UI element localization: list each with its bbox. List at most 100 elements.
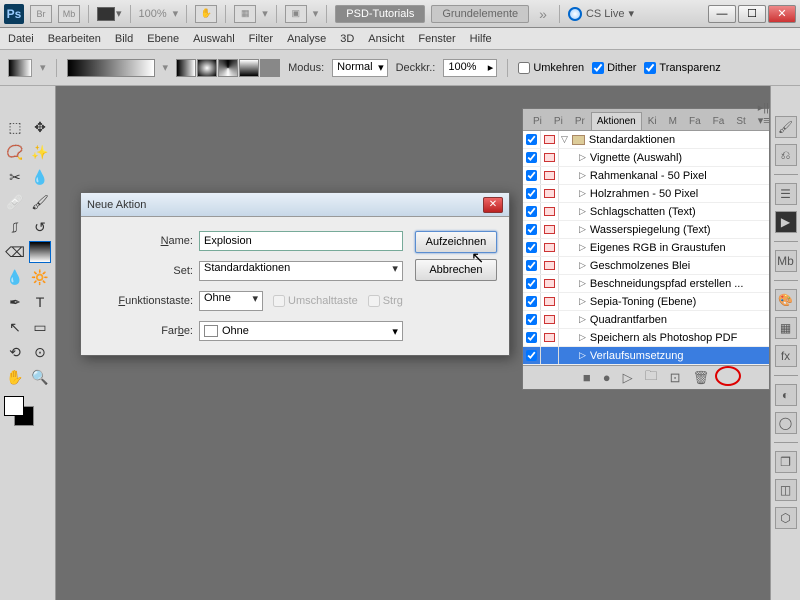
action-item[interactable]: ▷Speichern als Photoshop PDF (559, 329, 769, 346)
action-item[interactable]: ▷Holzrahmen - 50 Pixel (559, 185, 769, 202)
row-checkbox[interactable] (526, 134, 537, 145)
panel-tab[interactable]: Fa (707, 112, 731, 130)
menu-filter[interactable]: Filter (249, 33, 273, 45)
move-tool[interactable]: ✥ (29, 116, 51, 138)
dock-swatch-icon[interactable]: ▦ (775, 317, 797, 339)
minimize-button[interactable]: — (708, 5, 736, 23)
panel-tab[interactable]: Ki (642, 112, 663, 130)
row-checkbox[interactable] (526, 278, 537, 289)
row-checkbox[interactable] (526, 224, 537, 235)
3d-tool[interactable]: ⟲ (4, 341, 26, 363)
func-select[interactable]: Ohne (199, 291, 263, 311)
row-checkbox[interactable] (526, 296, 537, 307)
close-button[interactable]: ✕ (768, 5, 796, 23)
row-checkbox[interactable] (526, 152, 537, 163)
menu-datei[interactable]: Datei (8, 33, 34, 45)
row-dialog-toggle[interactable] (541, 167, 559, 184)
action-item[interactable]: ▷Eigenes RGB in Graustufen (559, 239, 769, 256)
dock-adjust-icon[interactable]: ◐ (775, 384, 797, 406)
action-item[interactable]: ▷Sepia-Toning (Ebene) (559, 293, 769, 310)
modus-select[interactable]: Normal▾ (332, 59, 387, 77)
row-dialog-toggle[interactable] (541, 203, 559, 220)
menu-ansicht[interactable]: Ansicht (368, 33, 404, 45)
row-checkbox[interactable] (526, 260, 537, 271)
transparenz-checkbox[interactable]: Transparenz (644, 62, 720, 74)
record-button[interactable]: Aufzeichnen (415, 231, 497, 253)
panel-tab[interactable]: M (663, 112, 683, 130)
row-dialog-toggle[interactable] (541, 293, 559, 310)
dock-actions-icon[interactable]: ▶ (775, 211, 797, 233)
dialog-close-button[interactable]: ✕ (483, 197, 503, 213)
play-button[interactable]: ▷ (623, 370, 633, 386)
brush-tool[interactable]: 🖌 (29, 191, 51, 213)
panel-tab[interactable]: Pi (527, 112, 548, 130)
dock-mask-icon[interactable]: ◯ (775, 412, 797, 434)
action-item[interactable]: ▷Beschneidungspfad erstellen ... (559, 275, 769, 292)
panel-overflow-icon[interactable]: ▸|| ▾≡ (752, 98, 776, 130)
screenmode-icon[interactable]: ▣ (285, 5, 307, 23)
doc-tab-active[interactable]: PSD-Tutorials (335, 5, 425, 23)
set-select[interactable]: Standardaktionen (199, 261, 403, 281)
dialog-titlebar[interactable]: Neue Aktion ✕ (81, 193, 509, 217)
cslive-button[interactable]: CS Live▾ (568, 7, 634, 21)
path-tool[interactable]: ↖ (4, 316, 26, 338)
bridge-icon[interactable]: Br (30, 5, 52, 23)
row-dialog-toggle[interactable] (541, 257, 559, 274)
menu-hilfe[interactable]: Hilfe (470, 33, 492, 45)
crop-tool[interactable]: ✂ (4, 166, 26, 188)
menu-auswahl[interactable]: Auswahl (193, 33, 235, 45)
eraser-tool[interactable]: ⌫ (4, 241, 26, 263)
menu-bearbeiten[interactable]: Bearbeiten (48, 33, 101, 45)
maximize-button[interactable]: ☐ (738, 5, 766, 23)
eyedropper-tool[interactable]: 💧 (29, 166, 51, 188)
minibridge-icon[interactable]: Mb (58, 5, 80, 23)
gradient-tool[interactable] (29, 241, 51, 263)
3d-camera-tool[interactable]: ⊙ (29, 341, 51, 363)
zoom-level[interactable]: 100% (139, 8, 167, 20)
stop-button[interactable]: ■ (583, 370, 591, 385)
row-dialog-toggle[interactable] (541, 149, 559, 166)
action-item[interactable]: ▷Verlaufsumsetzung (559, 347, 769, 364)
zoom-tool[interactable]: 🔍 (29, 366, 51, 388)
gradient-linear[interactable] (176, 59, 196, 77)
delete-button[interactable]: 🗑 (693, 370, 710, 386)
tool-preset-icon[interactable] (8, 59, 32, 77)
action-item[interactable]: ▷Wasserspiegelung (Text) (559, 221, 769, 238)
panel-tab[interactable]: St (730, 112, 751, 130)
dither-checkbox[interactable]: Dither (592, 62, 636, 74)
row-checkbox[interactable] (526, 350, 537, 361)
doc-tab[interactable]: Grundelemente (431, 5, 529, 23)
hand-icon[interactable]: ✋ (195, 5, 217, 23)
umkehren-checkbox[interactable]: Umkehren (518, 62, 584, 74)
dock-history-icon[interactable]: ☰ (775, 183, 797, 205)
lasso-tool[interactable]: 📿 (4, 141, 26, 163)
menu-fenster[interactable]: Fenster (418, 33, 455, 45)
dock-channels-icon[interactable]: ◫ (775, 479, 797, 501)
gradient-preview[interactable] (67, 59, 155, 77)
filmstrip-icon[interactable]: ▾ (97, 7, 122, 21)
dock-layers-icon[interactable]: ❐ (775, 451, 797, 473)
menu-3d[interactable]: 3D (340, 33, 354, 45)
dodge-tool[interactable]: 🔆 (29, 266, 51, 288)
row-dialog-toggle[interactable] (541, 131, 559, 148)
menu-ebene[interactable]: Ebene (147, 33, 179, 45)
action-item[interactable]: ▷Vignette (Auswahl) (559, 149, 769, 166)
menu-analyse[interactable]: Analyse (287, 33, 326, 45)
name-input[interactable] (199, 231, 403, 251)
row-checkbox[interactable] (526, 242, 537, 253)
panel-tab[interactable]: Pr (569, 112, 591, 130)
row-dialog-toggle[interactable] (541, 347, 559, 364)
history-brush-tool[interactable]: ↺ (29, 216, 51, 238)
dock-color-icon[interactable]: 🎨 (775, 289, 797, 311)
action-item[interactable]: ▷Quadrantfarben (559, 311, 769, 328)
row-dialog-toggle[interactable] (541, 311, 559, 328)
menu-bild[interactable]: Bild (115, 33, 133, 45)
action-item[interactable]: ▷Geschmolzenes Blei (559, 257, 769, 274)
row-checkbox[interactable] (526, 332, 537, 343)
arrange-icon[interactable]: ▦ (234, 5, 256, 23)
dock-paths-icon[interactable]: ⬡ (775, 507, 797, 529)
row-checkbox[interactable] (526, 188, 537, 199)
dock-brush-icon[interactable]: 🖌 (775, 116, 797, 138)
panel-tab[interactable]: Fa (683, 112, 707, 130)
tabs-overflow-icon[interactable]: » (539, 6, 547, 22)
